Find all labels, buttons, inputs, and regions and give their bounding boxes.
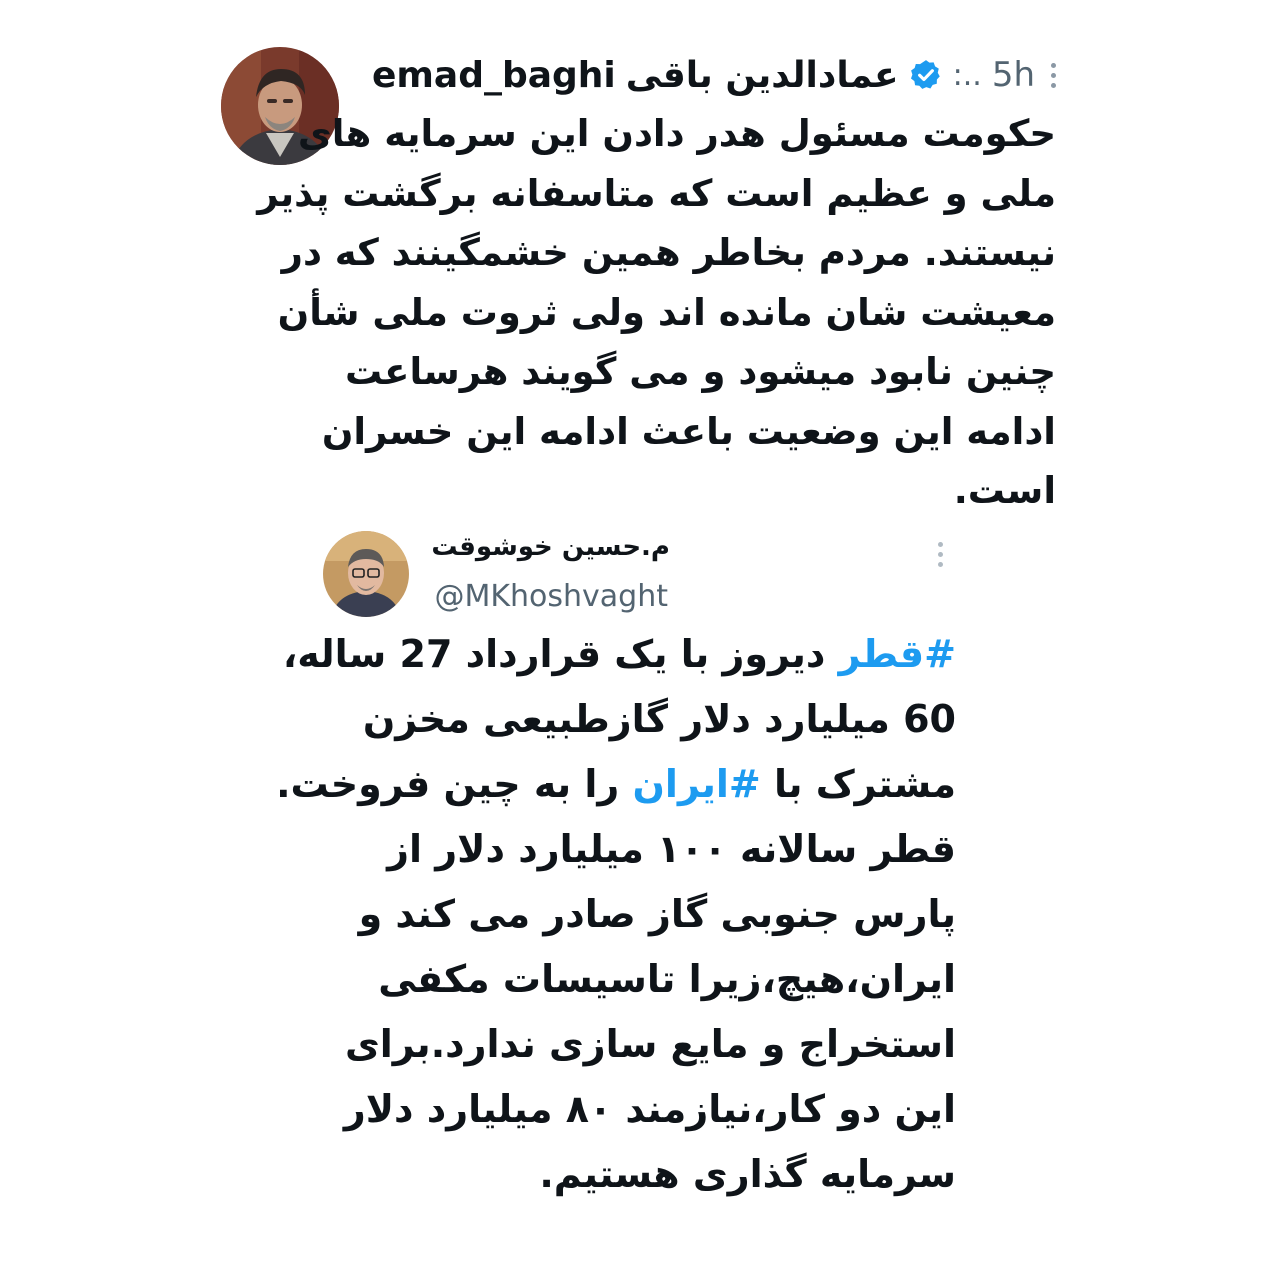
tweet-header: emad_baghi عمادالدین باقی :.. 5h <box>372 50 1062 100</box>
hashtag-link[interactable]: #قطر <box>839 632 956 676</box>
quoted-text-line: پارس جنوبی گاز صادر می کند و <box>358 892 956 936</box>
quoted-text-span: مشترک با <box>760 762 956 806</box>
author-display-name[interactable]: عمادالدین باقی <box>626 55 899 96</box>
quoted-tweet-text: #قطر دیروز با یک قرارداد 27 ساله، 60 میل… <box>236 622 956 1207</box>
quoted-text-span: دیروز با یک قرارداد 27 ساله، <box>282 632 839 676</box>
tweet-text-line: ملی و عظیم است که متاسفانه برگشت پذیر <box>257 171 1056 215</box>
tweet-text-line: حکومت مسئول هدر دادن این سرمایه های <box>297 112 1056 155</box>
verified-badge-icon <box>909 58 943 92</box>
tweet-text-line: ادامه این وضعیت باعث ادامه این خسران <box>321 409 1056 453</box>
quoted-text-line: 60 میلیارد دلار گازطبیعی مخزن <box>362 697 956 741</box>
separator-dots: :.. <box>952 57 982 93</box>
quoted-author-avatar[interactable] <box>323 531 409 617</box>
quoted-text-line: این دو کار،نیازمند ۸۰ میلیارد دلار <box>343 1087 956 1131</box>
more-options-icon[interactable] <box>1045 62 1062 88</box>
quoted-author-display-name[interactable]: م.حسین خوشوقت <box>431 532 670 562</box>
quoted-text-span: را به چین فروخت. <box>276 762 633 806</box>
tweet-text-line: چنین نابود میشود و می گویند هرساعت <box>345 350 1056 393</box>
quoted-text-line: سرمایه گذاری هستیم. <box>539 1152 956 1196</box>
tweet-text-line: است. <box>953 469 1056 512</box>
quoted-text-line: #قطر دیروز با یک قرارداد 27 ساله، <box>236 622 956 687</box>
hashtag-link[interactable]: #ایران <box>633 762 761 806</box>
quoted-author-handle[interactable]: @MKhoshvaght <box>434 579 668 614</box>
tweet-text-line: معیشت شان مانده اند ولی ثروت ملی شأن <box>277 290 1056 334</box>
author-handle[interactable]: emad_baghi <box>372 55 616 96</box>
quoted-text-line: مشترک با #ایران را به چین فروخت. <box>236 752 956 817</box>
tweet-text-line: نیستند. مردم بخاطر همین خشمگینند که در <box>281 231 1056 274</box>
quoted-text-line: استخراج و مایع سازی ندارد.برای <box>344 1022 956 1066</box>
more-options-icon[interactable] <box>938 542 943 567</box>
quoted-text-line: قطر سالانه ۱۰۰ میلیارد دلار از <box>387 827 956 871</box>
tweet-text: حکومت مسئول هدر دادن این سرمایه های ملی … <box>257 104 1056 521</box>
tweet-timestamp[interactable]: 5h <box>992 55 1035 95</box>
quoted-text-line: ایران،هیچ،زیرا تاسیسات مکفی <box>378 957 956 1001</box>
